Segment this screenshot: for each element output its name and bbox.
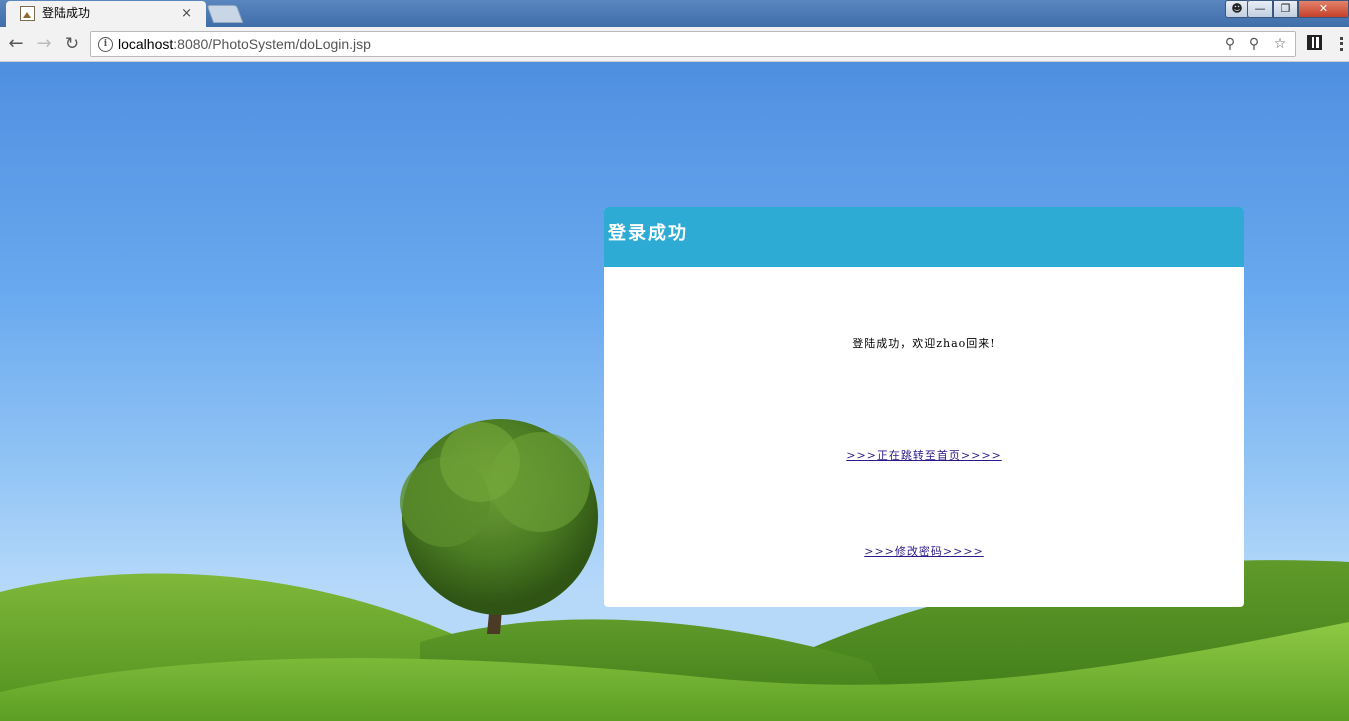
maximize-icon[interactable]: ❐ <box>1273 0 1298 18</box>
welcome-message: 登陆成功，欢迎zhao回来! <box>852 337 996 350</box>
back-arrow-icon[interactable]: ← <box>5 33 27 55</box>
reload-icon[interactable]: ↻ <box>61 33 83 55</box>
browser-toolbar: ← → ↻ i localhost:8080/PhotoSystem/doLog… <box>0 27 1349 62</box>
info-icon[interactable]: i <box>98 37 113 52</box>
password-link-row: >>>修改密码>>>> <box>604 543 1244 559</box>
address-bar[interactable]: i localhost:8080/PhotoSystem/doLogin.jsp… <box>90 31 1296 57</box>
window-close-icon[interactable]: ✕ <box>1298 0 1349 18</box>
url-text[interactable]: localhost:8080/PhotoSystem/doLogin.jsp <box>118 32 371 56</box>
menu-dots-icon[interactable] <box>1340 37 1349 51</box>
user-profile-icon[interactable]: ☻ <box>1225 0 1249 18</box>
browser-tab[interactable]: 登陆成功 × <box>6 1 206 27</box>
new-tab-button[interactable] <box>206 5 244 23</box>
panel-header: 登录成功 <box>604 207 1244 267</box>
key-icon[interactable]: ⚲ <box>1245 35 1263 53</box>
page-viewport: 登录成功 登陆成功，欢迎zhao回来! >>>正在跳转至首页>>>> >>>修改… <box>0 62 1349 721</box>
tab-close-icon[interactable]: × <box>181 1 192 26</box>
tab-title: 登陆成功 <box>42 6 91 20</box>
minimize-icon[interactable]: — <box>1247 0 1273 18</box>
page-title: 登录成功 <box>608 223 688 244</box>
home-link-row: >>>正在跳转至首页>>>> <box>604 447 1244 463</box>
forward-arrow-icon[interactable]: → <box>33 33 55 55</box>
favicon-icon <box>20 6 35 21</box>
login-success-panel: 登录成功 登陆成功，欢迎zhao回来! >>>正在跳转至首页>>>> >>>修改… <box>604 207 1244 607</box>
change-password-link[interactable]: >>>修改密码>>>> <box>864 545 984 558</box>
star-icon[interactable]: ☆ <box>1271 35 1289 53</box>
window-titlebar: 登陆成功 × ☻ — ❐ ✕ <box>0 0 1349 27</box>
zoom-icon[interactable]: ⚲ <box>1221 35 1239 53</box>
goto-home-link[interactable]: >>>正在跳转至首页>>>> <box>846 449 1002 462</box>
qr-code-icon[interactable] <box>1307 35 1322 50</box>
